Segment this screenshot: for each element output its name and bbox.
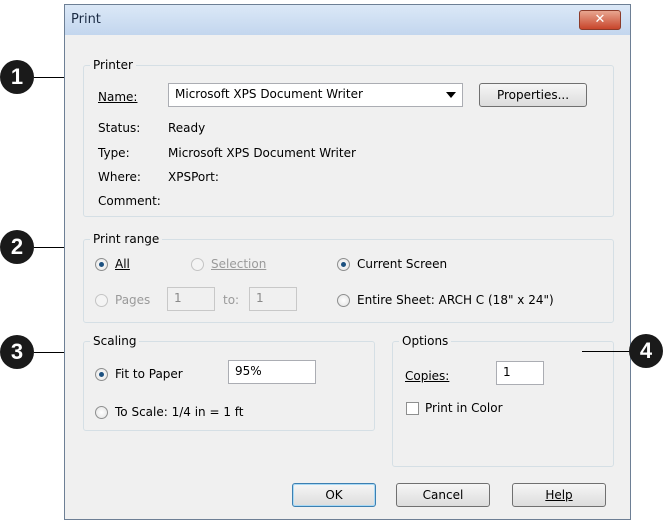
pages-radio[interactable]: [95, 294, 108, 307]
ok-button[interactable]: OK: [292, 483, 376, 507]
options-legend: Options: [399, 334, 452, 348]
print-in-color-label: Print in Color: [425, 401, 503, 415]
callout-2-marker: 2: [0, 230, 34, 264]
status-label: Status:: [98, 121, 141, 135]
printer-name-label: Name:: [98, 90, 138, 104]
close-icon: ✕: [594, 12, 606, 27]
current-screen-label: Current Screen: [357, 257, 448, 271]
fit-percent-value: 95%: [235, 364, 262, 378]
close-button[interactable]: ✕: [579, 10, 621, 30]
to-label: to:: [223, 293, 240, 307]
help-button[interactable]: Help: [512, 483, 606, 507]
callout-3-marker: 3: [0, 335, 34, 369]
current-screen-radio[interactable]: [337, 258, 350, 271]
all-label: All: [115, 257, 130, 271]
print-range-group: Print range: [83, 232, 614, 323]
to-scale-label: To Scale: 1/4 in = 1 ft: [115, 405, 244, 419]
entire-sheet-radio[interactable]: [337, 294, 350, 307]
printer-name-value: Microsoft XPS Document Writer: [175, 87, 363, 101]
pages-to-value: 1: [256, 291, 264, 305]
help-button-label: Help: [545, 488, 573, 502]
callout-1-marker: 1: [0, 60, 34, 94]
copies-input[interactable]: 1: [496, 361, 544, 385]
printer-name-select[interactable]: Microsoft XPS Document Writer: [168, 83, 463, 107]
type-label: Type:: [98, 146, 130, 160]
entire-sheet-label: Entire Sheet: ARCH C (18" x 24"): [357, 293, 554, 307]
to-scale-radio[interactable]: [95, 406, 108, 419]
selection-radio[interactable]: [191, 258, 204, 271]
all-radio[interactable]: [95, 258, 108, 271]
properties-button[interactable]: Properties...: [479, 83, 587, 107]
title-bar: Print ✕: [65, 5, 630, 35]
chevron-down-icon: [446, 92, 456, 98]
print-in-color-checkbox[interactable]: [406, 402, 419, 415]
properties-button-label: Properties...: [496, 88, 570, 102]
pages-label: Pages: [115, 293, 151, 307]
cancel-button[interactable]: Cancel: [396, 483, 490, 507]
ok-button-label: OK: [325, 488, 343, 502]
fit-percent-input[interactable]: 95%: [228, 360, 316, 384]
pages-from-value: 1: [174, 291, 182, 305]
pages-from-input[interactable]: 1: [167, 287, 215, 311]
print-dialog: Print ✕ Printer Name: Microsoft XPS Docu…: [64, 4, 631, 520]
callout-4-leader: [582, 351, 630, 352]
cancel-button-label: Cancel: [422, 488, 464, 502]
type-value: Microsoft XPS Document Writer: [168, 146, 356, 160]
status-value: Ready: [168, 121, 206, 135]
callout-4-marker: 4: [629, 334, 663, 368]
pages-to-input[interactable]: 1: [249, 287, 297, 311]
fit-to-paper-radio[interactable]: [95, 368, 108, 381]
copies-value: 1: [503, 365, 511, 379]
print-range-legend: Print range: [90, 232, 163, 246]
selection-label: Selection: [211, 257, 267, 271]
printer-legend: Printer: [90, 58, 136, 72]
where-label: Where:: [98, 170, 141, 184]
where-value: XPSPort:: [168, 170, 219, 184]
fit-to-paper-label: Fit to Paper: [115, 367, 183, 381]
dialog-title: Print: [71, 12, 101, 27]
copies-label: Copies:: [405, 369, 450, 383]
scaling-legend: Scaling: [90, 334, 140, 348]
comment-label: Comment:: [98, 194, 161, 208]
